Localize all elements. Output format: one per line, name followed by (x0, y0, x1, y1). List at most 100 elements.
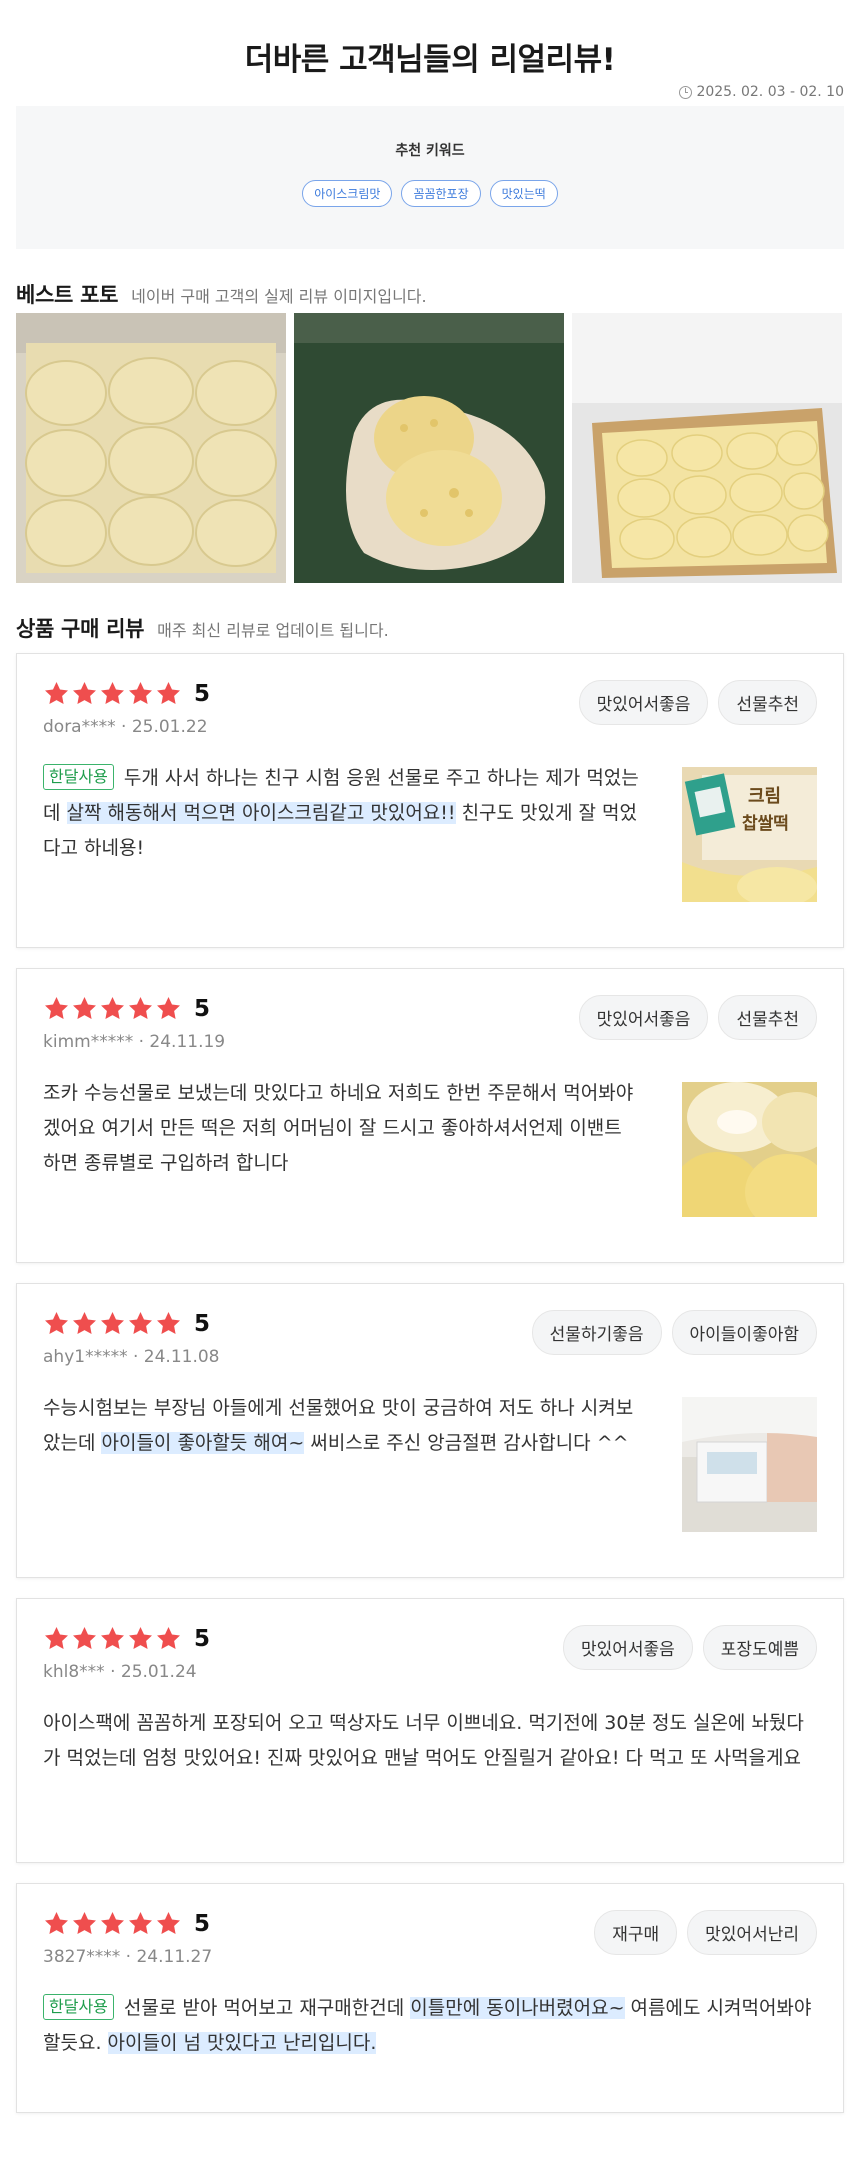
review-thumbnail[interactable] (682, 1397, 817, 1532)
user-id: khl8*** (43, 1662, 105, 1682)
review-tag: 선물추천 (718, 995, 817, 1040)
review-meta: dora**** · 25.01.22 (43, 717, 208, 737)
review-tags: 맛있어서좋음 선물추천 (578, 995, 817, 1040)
section-subtitle: 네이버 구매 고객의 실제 리뷰 이미지입니다. (131, 287, 427, 306)
section-title: 상품 구매 리뷰 (16, 617, 145, 641)
section-subtitle: 매주 최신 리뷰로 업데이트 됩니다. (157, 621, 389, 640)
star-icon (155, 1625, 182, 1652)
review-meta: ahy1***** · 24.11.08 (43, 1347, 220, 1367)
review-tags: 맛있어서좋음 포장도예쁨 (562, 1625, 817, 1670)
best-photo-header: 베스트 포토 네이버 구매 고객의 실제 리뷰 이미지입니다. (16, 279, 844, 313)
star-icon (43, 1910, 70, 1937)
review-list: 5 dora**** · 25.01.22 맛있어서좋음 선물추천 한달사용 두개… (16, 653, 844, 2113)
rating-score: 5 (194, 1910, 211, 1937)
star-icon (71, 1310, 98, 1337)
star-icon (99, 995, 126, 1022)
usage-badge: 한달사용 (43, 1994, 114, 2020)
star-icon (155, 995, 182, 1022)
stars (43, 1910, 182, 1937)
review-text: 한달사용 두개 사서 하나는 친구 시험 응원 선물로 주고 하나는 제가 먹었는… (43, 761, 642, 902)
best-photo[interactable] (572, 313, 842, 583)
review-meta: 3827**** · 24.11.27 (43, 1947, 213, 1967)
keyword-chip[interactable]: 꼼꼼한포장 (401, 180, 481, 207)
star-icon (127, 1310, 154, 1337)
review-text: 수능시험보는 부장님 아들에게 선물했어요 맛이 궁금하여 저도 하나 시켜보았… (43, 1397, 634, 1454)
review-text: 조카 수능선물로 보냈는데 맛있다고 하네요 저희도 한번 주문해서 먹어봐야겠… (43, 1082, 634, 1174)
stars (43, 1310, 182, 1337)
usage-badge: 한달사용 (43, 764, 114, 790)
review-page: 더바른 고객님들의 리얼리뷰! 2025. 02. 03 - 02. 10 추천… (0, 0, 860, 2158)
star-icon (71, 1910, 98, 1937)
best-photo[interactable] (294, 313, 564, 583)
star-icon (43, 680, 70, 707)
star-icon (43, 995, 70, 1022)
keywords-title: 추천 키워드 (395, 143, 465, 159)
rating-score: 5 (194, 995, 211, 1022)
review-tag: 아이들이좋아함 (671, 1310, 817, 1355)
review-card: 5 dora**** · 25.01.22 맛있어서좋음 선물추천 한달사용 두개… (16, 653, 844, 948)
best-photo[interactable] (16, 313, 286, 583)
rating-score: 5 (194, 1625, 211, 1652)
keyword-chip[interactable]: 맛있는떡 (489, 180, 558, 207)
stars (43, 1625, 182, 1652)
rating: 5 (43, 995, 225, 1022)
review-tag: 선물추천 (718, 680, 817, 725)
package-logo-text: 찹쌀떡 (742, 813, 789, 834)
star-icon (127, 680, 154, 707)
stars (43, 680, 182, 707)
star-icon (155, 1310, 182, 1337)
review-tag: 맛있어서난리 (687, 1910, 817, 1955)
star-icon (127, 995, 154, 1022)
review-tags: 맛있어서좋음 선물추천 (578, 680, 817, 725)
star-icon (71, 680, 98, 707)
keyword-chip[interactable]: 아이스크림맛 (302, 180, 393, 207)
rating-score: 5 (194, 680, 211, 707)
user-id: dora**** (43, 717, 116, 737)
user-id: kimm***** (43, 1032, 134, 1052)
clock-icon (679, 85, 693, 99)
star-icon (99, 1910, 126, 1937)
star-icon (99, 1310, 126, 1337)
rating: 5 (43, 1625, 210, 1652)
review-thumbnail[interactable] (682, 1082, 817, 1217)
review-tag: 포장도예쁨 (702, 1625, 817, 1670)
user-id: ahy1***** (43, 1347, 128, 1367)
star-icon (71, 995, 98, 1022)
stars (43, 995, 182, 1022)
review-tags: 선물하기좋음 아이들이좋아함 (531, 1310, 817, 1355)
rating: 5 (43, 680, 210, 707)
review-date: 24.11.27 (136, 1947, 213, 1967)
best-photo-gallery (16, 313, 844, 583)
review-text: 아이스팩에 꼼꼼하게 포장되어 오고 떡상자도 너무 이쁘네요. 먹기전에 30… (43, 1712, 804, 1769)
review-tag: 선물하기좋음 (531, 1310, 662, 1355)
review-date: 25.01.22 (131, 717, 208, 737)
rating-score: 5 (194, 1310, 211, 1337)
review-tag: 맛있어서좋음 (562, 1625, 693, 1670)
star-icon (127, 1910, 154, 1937)
section-title: 베스트 포토 (16, 283, 119, 307)
review-card: 5 khl8*** · 25.01.24 맛있어서좋음 포장도예쁨 아이스팩에 … (16, 1598, 844, 1863)
star-icon (99, 1625, 126, 1652)
user-id: 3827**** (43, 1947, 121, 1967)
rating: 5 (43, 1310, 220, 1337)
package-logo-text: 크림 (748, 786, 781, 807)
review-card: 5 ahy1***** · 24.11.08 선물하기좋음 아이들이좋아함 수능… (16, 1283, 844, 1578)
page-title: 더바른 고객님들의 리얼리뷰! (244, 42, 616, 78)
review-thumbnail[interactable]: 크림 찹쌀떡 (682, 767, 817, 902)
review-tag: 맛있어서좋음 (578, 995, 709, 1040)
highlighted-text: 살짝 해동해서 먹으면 아이스크림같고 맛있어요!! (66, 802, 456, 824)
review-tag: 재구매 (594, 1910, 678, 1955)
star-icon (155, 680, 182, 707)
review-tag: 맛있어서좋음 (578, 680, 709, 725)
review-date: 25.01.24 (120, 1662, 197, 1682)
rating: 5 (43, 1910, 212, 1937)
review-card: 5 kimm***** · 24.11.19 맛있어서좋음 선물추천 조카 수능… (16, 968, 844, 1263)
review-date: 24.11.19 (149, 1032, 226, 1052)
star-icon (127, 1625, 154, 1652)
recommended-keywords: 추천 키워드 아이스크림맛 꼼꼼한포장 맛있는떡 (16, 106, 844, 249)
review-date: 24.11.08 (143, 1347, 220, 1367)
date-range-text: 2025. 02. 03 - 02. 10 (696, 84, 844, 100)
review-meta: khl8*** · 25.01.24 (43, 1662, 197, 1682)
star-icon (99, 680, 126, 707)
star-icon (71, 1625, 98, 1652)
